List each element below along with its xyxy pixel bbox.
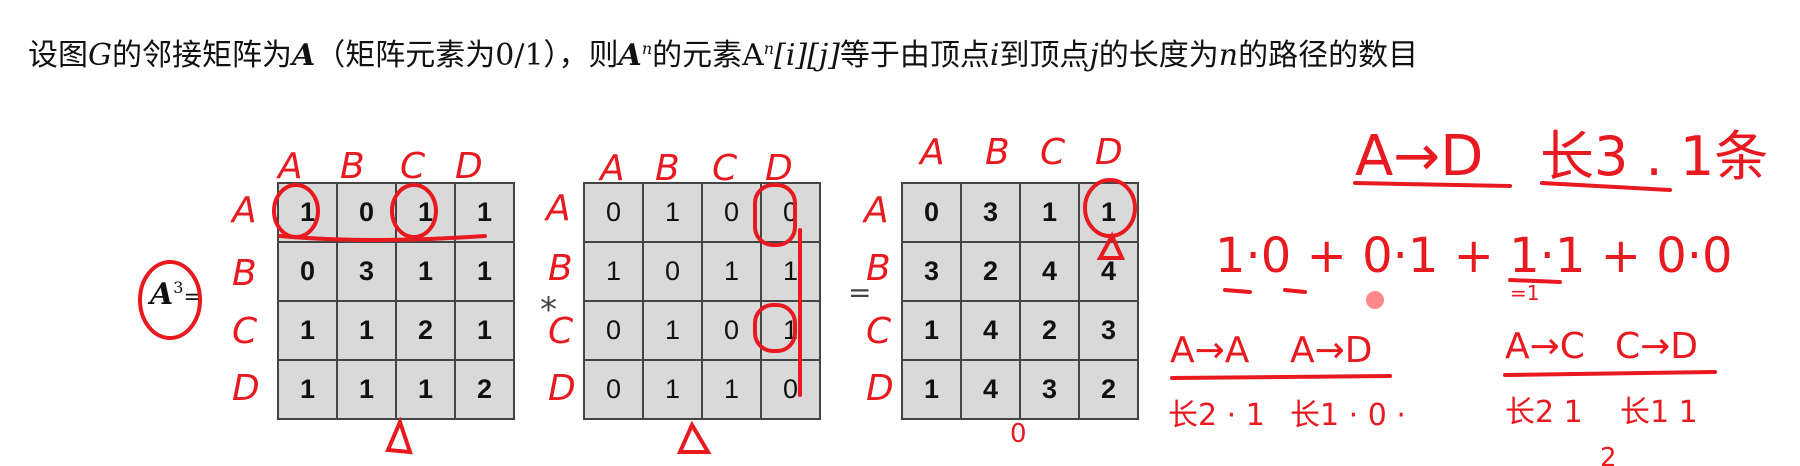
- col-label-a: A: [598, 148, 625, 189]
- col-label-c: C: [1040, 132, 1066, 173]
- result-mark: 2: [1600, 443, 1617, 466]
- col-label-d: D: [455, 146, 483, 187]
- row-label-c: C: [232, 311, 258, 352]
- circle-mark: [753, 183, 797, 247]
- row-label-d: D: [232, 368, 260, 409]
- circle-mark: [1083, 178, 1137, 238]
- col-label-d: D: [765, 148, 793, 189]
- row-label-c: C: [548, 311, 574, 352]
- path-cd: C→D: [1615, 326, 1698, 367]
- row-label-a: A: [862, 190, 889, 231]
- slide: 设图G的邻接矩阵为A（矩阵元素为0/1），则An的元素An[i][j]等于由顶点…: [0, 0, 1800, 466]
- col-label-b: B: [655, 148, 680, 189]
- triangle-mark: [1096, 231, 1126, 260]
- col-label-d: D: [1095, 132, 1123, 173]
- path-ac: A→C: [1505, 326, 1585, 367]
- circle-mark: [390, 183, 438, 239]
- row-label-d: D: [866, 368, 894, 409]
- col-label-a: A: [276, 146, 303, 187]
- circle-mark: [138, 260, 202, 340]
- path-length: 长3 . 1条: [1540, 125, 1768, 188]
- row-label-c: C: [866, 311, 892, 352]
- col-label-a: A: [918, 132, 945, 173]
- length-cd: 长1 1: [1620, 395, 1698, 430]
- length-ac: 长2 1: [1505, 395, 1583, 430]
- underline-mark: [278, 234, 487, 242]
- path-ad: A→D: [1290, 330, 1373, 371]
- row-label-b: B: [866, 248, 891, 289]
- row-label-b: B: [548, 248, 573, 289]
- col-label-c: C: [712, 148, 738, 189]
- row-label-d: D: [548, 368, 576, 409]
- handwriting-layer: A B C D A B C D A B C D A B C D A B C D …: [138, 124, 1768, 466]
- result-mark: 0: [1010, 419, 1027, 449]
- path-aa: A→A: [1170, 330, 1250, 371]
- triangle-mark: [385, 416, 413, 455]
- under-note: =1: [1510, 281, 1539, 305]
- laser-pointer-dot: [1366, 291, 1384, 309]
- col-label-b: B: [340, 146, 365, 187]
- row-label-b: B: [232, 253, 257, 294]
- circle-mark: [753, 303, 797, 353]
- underline-mark: [1170, 374, 1392, 380]
- underline-mark: [1223, 288, 1252, 294]
- row-label-a: A: [544, 188, 571, 229]
- length-aa: 长2 · 1: [1168, 398, 1265, 433]
- col-label-c: C: [400, 146, 426, 187]
- dot-product-calc: 1·0 + 0·1 + 1·1 + 0·0: [1215, 228, 1733, 284]
- underline-mark: [1503, 370, 1717, 377]
- col-label-b: B: [985, 132, 1010, 173]
- underline-mark: [1283, 288, 1307, 294]
- length-ad: 长1 · 0 ·: [1290, 398, 1406, 433]
- path-title: A→D: [1355, 124, 1483, 189]
- circle-mark: [272, 183, 320, 239]
- triangle-mark: [676, 420, 712, 454]
- row-label-a: A: [230, 190, 257, 231]
